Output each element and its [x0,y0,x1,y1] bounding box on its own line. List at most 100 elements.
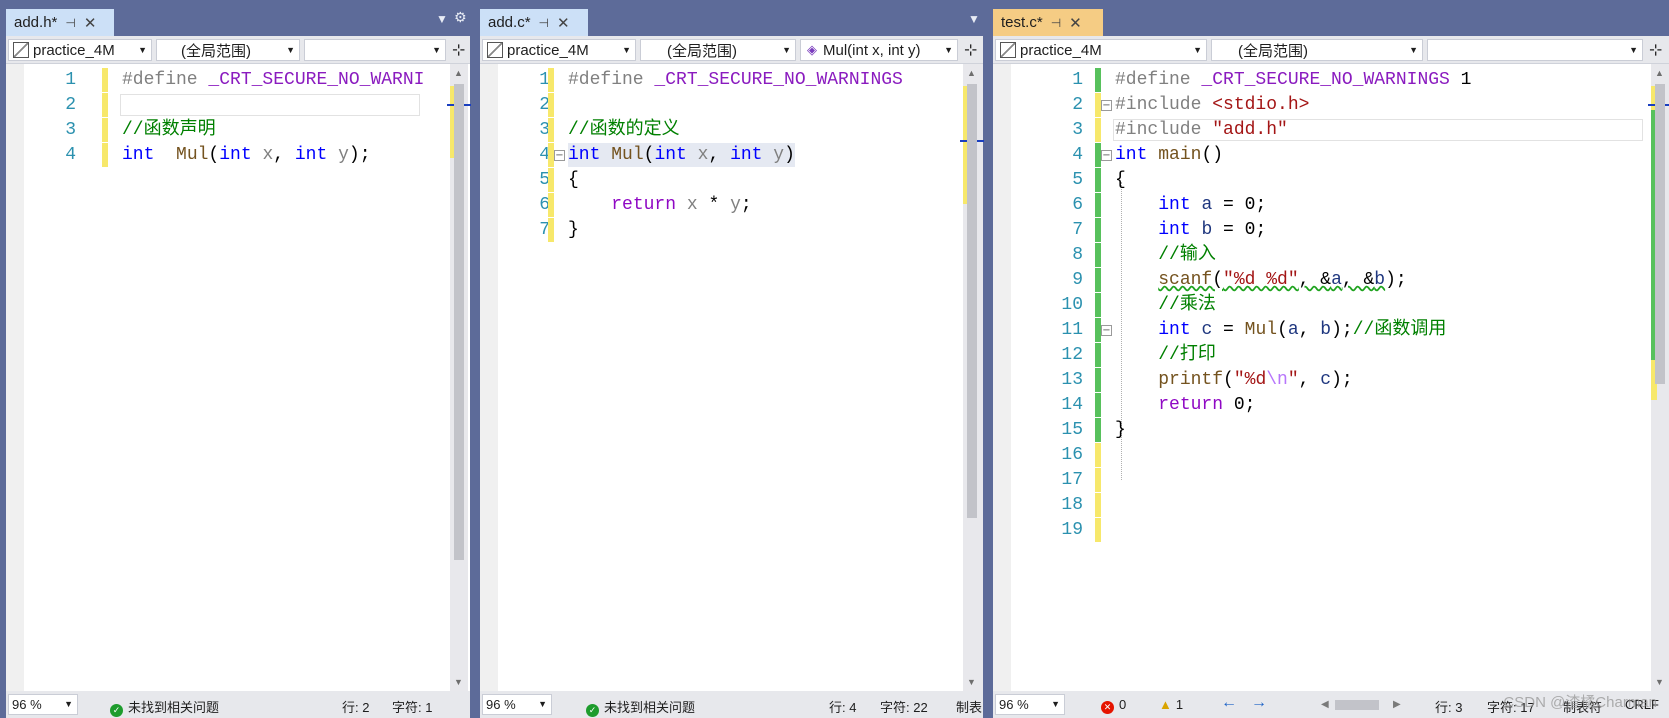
code-line[interactable]: 11 − int c = Mul(a, b);//函数调用 [993,318,1651,342]
collapse-icon[interactable]: − [1101,100,1112,111]
code-line[interactable]: 10 //乘法 [993,293,1651,317]
code-line[interactable]: 3 //函数声明 [6,118,450,142]
scroll-up-icon[interactable]: ▲ [967,68,976,78]
code-token: main [1158,145,1202,165]
code-token: return [611,195,677,215]
code-line[interactable]: 14 return 0; [993,393,1651,417]
code-line[interactable]: 5{ [480,168,963,192]
scroll-up-icon[interactable]: ▲ [1655,68,1664,78]
scroll-thumb[interactable] [1655,84,1665,384]
vertical-scrollbar[interactable]: ▲ ▼ [447,64,471,691]
zoom-dropdown[interactable]: 96 % ▼ [482,694,552,715]
member-dropdown[interactable]: ▼ [304,39,446,61]
line-number: 5 [1072,170,1083,190]
tab-list-dropdown-icon[interactable]: ▼ [436,12,448,26]
code-editor[interactable]: 1 #define _CRT_SECURE_NO_WARNI 2 3 //函数声明 4 in… [6,64,450,691]
code-line[interactable]: 7} [480,218,963,242]
code-line[interactable]: 15} [993,418,1651,442]
close-icon[interactable]: ✕ [1069,14,1082,32]
code-line[interactable]: 4− int Mul(int x, int y) [480,143,963,167]
member-dropdown[interactable]: ▼ [1427,39,1643,61]
code-line[interactable]: 3 #include "add.h" [993,118,1651,142]
code-line[interactable]: 16 [993,443,1651,467]
line-indicator[interactable]: 行: 4 [829,697,856,716]
issues-indicator[interactable]: ✓ 未找到相关问题 [586,697,695,717]
code-line[interactable]: 18 [993,493,1651,517]
code-line[interactable]: 2 − #include <stdio.h> [993,93,1651,117]
horizontal-scroll-thumb[interactable] [1335,700,1379,710]
scroll-up-icon[interactable]: ▲ [454,68,463,78]
zoom-dropdown[interactable]: 96 % ▼ [8,694,78,715]
code-line[interactable]: 9 scanf("%d %d", &a, &b); [993,268,1651,292]
tab-list-dropdown-icon[interactable]: ▼ [968,12,980,26]
code-text: } [568,218,579,242]
code-editor[interactable]: 1 #define _CRT_SECURE_NO_WARNINGS 2 3 //函数的定… [480,64,963,691]
code-line[interactable]: 2 [6,93,450,117]
code-line[interactable]: 6 int a = 0; [993,193,1651,217]
split-window-icon[interactable]: ⊹ [1649,40,1662,60]
code-line[interactable]: 1 #define _CRT_SECURE_NO_WARNINGS [480,68,963,92]
split-window-icon[interactable]: ⊹ [452,40,465,60]
pin-icon[interactable]: ⊣ [65,16,75,30]
code-line[interactable]: 4 int Mul(int x, int y); [6,143,450,167]
scroll-down-icon[interactable]: ▼ [967,677,976,687]
gear-icon[interactable]: ⚙ [454,9,467,26]
scroll-down-icon[interactable]: ▼ [1655,677,1664,687]
code-line[interactable]: 19 [993,518,1651,542]
vertical-scrollbar[interactable]: ▲ ▼ [960,64,984,691]
code-line[interactable]: 3 //函数的定义 [480,118,963,142]
change-tracking-bar [1095,418,1101,442]
member-dropdown[interactable]: ◈ Mul(int x, int y) ▼ [800,39,958,61]
code-line[interactable]: 4 − int main() [993,143,1651,167]
code-line[interactable]: 7 int b = 0; [993,218,1651,242]
project-dropdown[interactable]: practice_4M ▼ [482,39,636,61]
collapse-icon[interactable]: − [1101,150,1112,161]
code-line[interactable]: 12 //打印 [993,343,1651,367]
code-line[interactable]: 6 return x * y; [480,193,963,217]
code-line[interactable]: 1 #define _CRT_SECURE_NO_WARNINGS 1 [993,68,1651,92]
code-line[interactable]: 2 [480,93,963,117]
tab-add-c[interactable]: add.c* ⊣ ✕ [480,9,588,36]
issues-indicator[interactable]: ✓ 未找到相关问题 [110,697,219,717]
collapse-icon[interactable]: − [1101,325,1112,336]
scroll-thumb[interactable] [454,84,464,560]
scroll-left-icon[interactable]: ◀ [1321,699,1329,710]
code-line[interactable]: 13 printf("%d\n", c); [993,368,1651,392]
editor-pane-add-c: add.c* ⊣ ✕ ▼ practice_4M ▼ (全局范围) ▼ ◈ Mu… [480,6,984,718]
code-line[interactable]: 8 //输入 [993,243,1651,267]
error-count[interactable]: ✕ 0 [1101,697,1126,714]
column-indicator[interactable]: 字符: 1 [392,697,432,716]
collapse-icon[interactable]: − [554,150,565,161]
project-dropdown[interactable]: practice_4M ▼ [8,39,152,61]
tab-add-h[interactable]: add.h* ⊣ ✕ [6,9,114,36]
close-icon[interactable]: ✕ [84,14,97,32]
code-text: //输入 [1115,243,1216,267]
scope-dropdown[interactable]: (全局范围) ▼ [1211,39,1423,61]
navigate-back-icon[interactable]: ← [1221,694,1237,712]
tab-test-c[interactable]: test.c* ⊣ ✕ [993,9,1103,36]
pin-icon[interactable]: ⊣ [539,16,549,30]
pin-icon[interactable]: ⊣ [1051,16,1061,30]
project-dropdown[interactable]: practice_4M ▼ [995,39,1207,61]
navigate-forward-icon[interactable]: → [1251,694,1267,712]
scope-dropdown[interactable]: (全局范围) ▼ [640,39,796,61]
scroll-right-icon[interactable]: ▶ [1393,699,1401,710]
zoom-dropdown[interactable]: 96 % ▼ [995,694,1065,715]
code-line[interactable]: 17 [993,468,1651,492]
scroll-down-icon[interactable]: ▼ [454,677,463,687]
warning-count[interactable]: ▲ 1 [1159,697,1183,712]
code-line[interactable]: 5{ [993,168,1651,192]
code-line[interactable]: 1 #define _CRT_SECURE_NO_WARNI [6,68,450,92]
split-window-icon[interactable]: ⊹ [964,40,977,60]
line-indicator[interactable]: 行: 3 [1435,697,1462,716]
close-icon[interactable]: ✕ [557,14,570,32]
code-editor[interactable]: 1 #define _CRT_SECURE_NO_WARNINGS 1 2− #inc… [993,64,1651,691]
scroll-thumb[interactable] [967,84,977,518]
column-indicator[interactable]: 字符: 22 [880,697,928,716]
tab-mode-indicator[interactable]: 制表 [956,697,982,716]
line-indicator[interactable]: 行: 2 [342,697,369,716]
scope-dropdown[interactable]: (全局范围) ▼ [156,39,300,61]
vertical-scrollbar[interactable]: ▲ ▼ [1648,64,1669,691]
